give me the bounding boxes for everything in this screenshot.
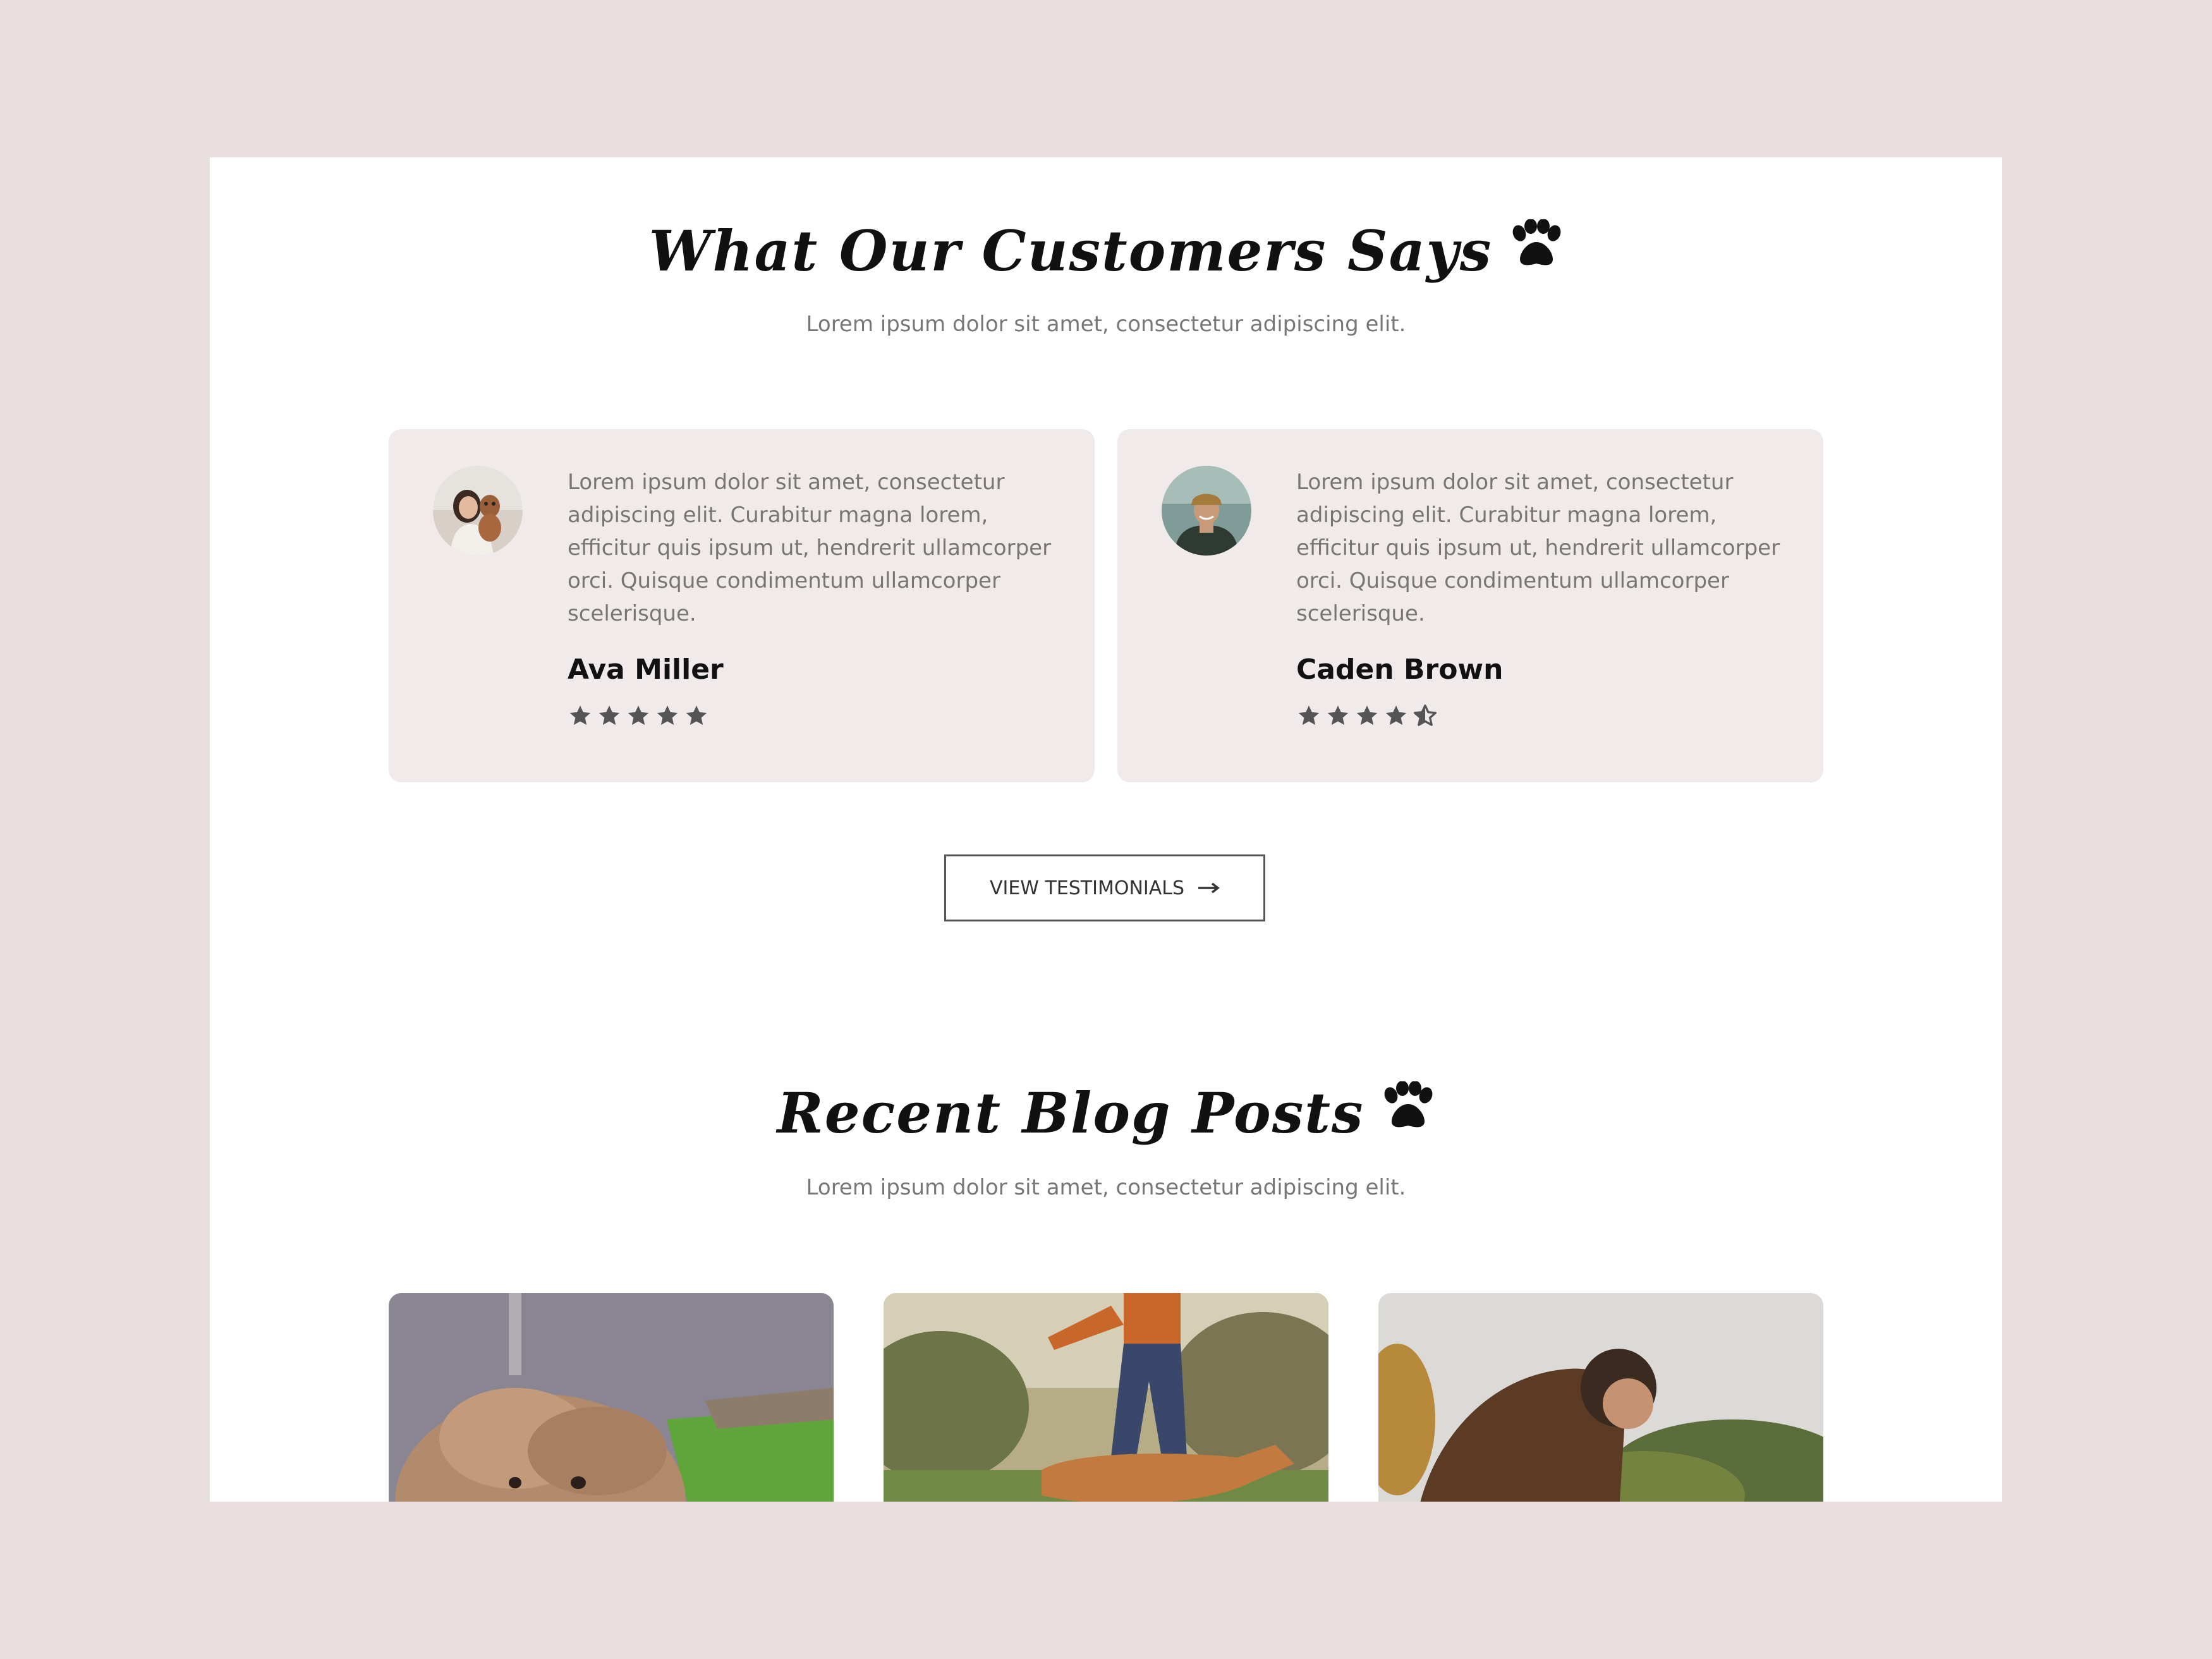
avatar xyxy=(433,466,523,556)
blog-post-image[interactable] xyxy=(884,1293,1328,1502)
star-rating xyxy=(568,703,709,731)
view-testimonials-label: VIEW TESTIMONIALS xyxy=(989,877,1185,899)
star-icon xyxy=(1298,705,1320,725)
star-rating xyxy=(1296,703,1438,731)
view-testimonials-button[interactable]: VIEW TESTIMONIALS xyxy=(944,854,1265,921)
testimonial-quote: Lorem ipsum dolor sit amet, consectetur … xyxy=(1296,470,1780,626)
content-panel: What Our Customers Says Lorem ipsum dolo… xyxy=(210,157,2002,1502)
arrow-right-icon xyxy=(1198,877,1220,899)
testimonial-author: Caden Brown xyxy=(1296,653,1504,686)
star-icon xyxy=(657,705,678,725)
blog-title: Recent Blog Posts xyxy=(777,1080,1364,1146)
testimonial-author: Ava Miller xyxy=(568,653,724,686)
blog-heading: Recent Blog Posts xyxy=(210,1080,2002,1146)
star-icon xyxy=(569,705,591,725)
star-icon xyxy=(1327,705,1349,725)
testimonial-quote: Lorem ipsum dolor sit amet, consectetur … xyxy=(568,470,1052,626)
testimonials-title: What Our Customers Says xyxy=(648,218,1493,284)
star-icon xyxy=(628,705,649,725)
blog-post-image[interactable] xyxy=(389,1293,834,1502)
star-icon xyxy=(1356,705,1378,725)
paw-icon xyxy=(1509,217,1563,283)
avatar xyxy=(1162,466,1251,556)
star-icon xyxy=(1385,705,1407,725)
testimonial-card: Lorem ipsum dolor sit amet, consectetur … xyxy=(1117,429,1823,782)
blog-subtitle: Lorem ipsum dolor sit amet, consectetur … xyxy=(806,1175,1406,1200)
star-icon xyxy=(599,705,620,725)
testimonials-heading: What Our Customers Says xyxy=(210,218,2002,284)
testimonial-card: Lorem ipsum dolor sit amet, consectetur … xyxy=(389,429,1095,782)
testimonials-subtitle: Lorem ipsum dolor sit amet, consectetur … xyxy=(806,312,1406,337)
paw-icon xyxy=(1380,1079,1435,1145)
star-half-icon xyxy=(1414,704,1437,726)
star-icon xyxy=(686,705,707,725)
blog-post-image[interactable] xyxy=(1378,1293,1823,1502)
